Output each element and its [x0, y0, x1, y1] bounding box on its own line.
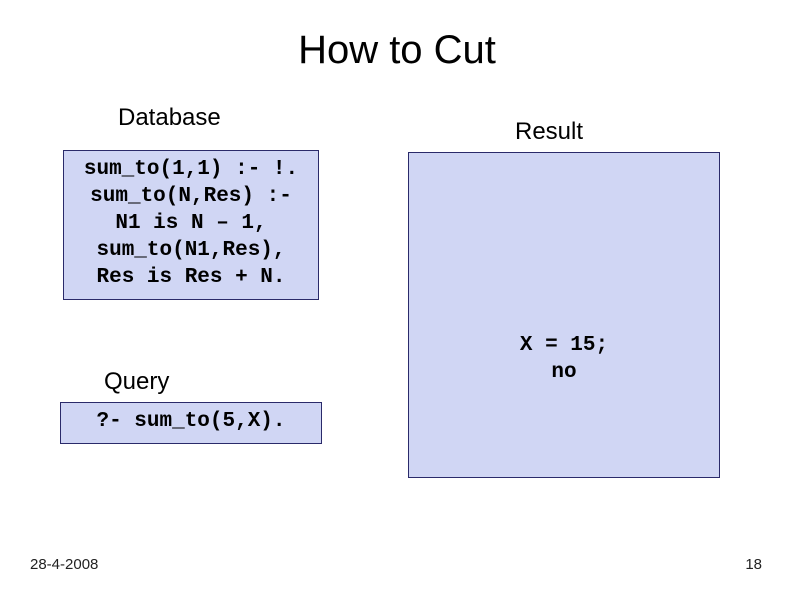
label-query: Query: [104, 368, 169, 396]
query-code-box: ?- sum_to(5,X).: [60, 402, 322, 444]
footer-page-number: 18: [745, 556, 762, 573]
label-database: Database: [118, 104, 221, 132]
footer-date: 28-4-2008: [30, 556, 98, 573]
slide-title: How to Cut: [0, 28, 794, 73]
result-code-box: X = 15; no: [408, 152, 720, 478]
database-code-box: sum_to(1,1) :- !. sum_to(N,Res) :- N1 is…: [63, 150, 319, 300]
label-result: Result: [515, 118, 583, 146]
